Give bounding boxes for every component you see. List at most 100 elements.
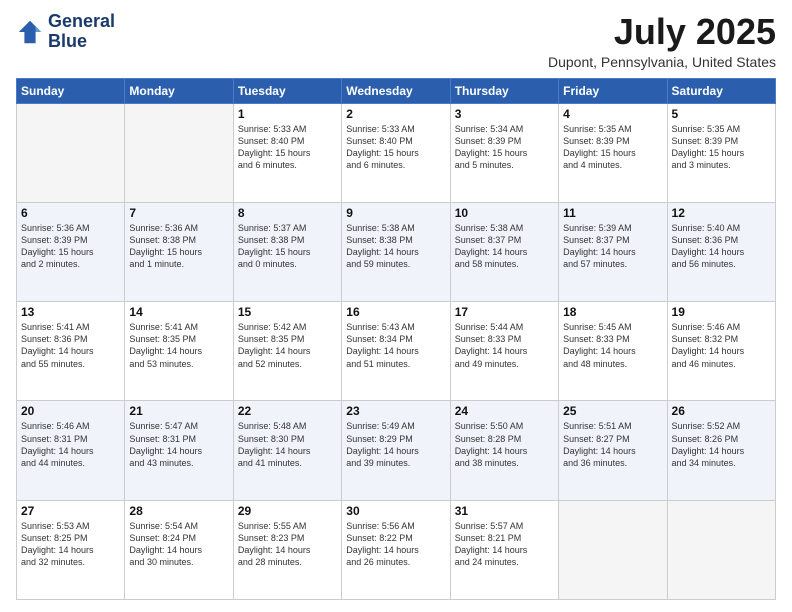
calendar-table: SundayMondayTuesdayWednesdayThursdayFrid…	[16, 78, 776, 600]
calendar-week-3: 13 Sunrise: 5:41 AM Sunset: 8:36 PM Dayli…	[17, 302, 776, 401]
calendar-cell: 13 Sunrise: 5:41 AM Sunset: 8:36 PM Dayli…	[17, 302, 125, 401]
logo-line1: General	[48, 12, 115, 32]
day-number: 6	[21, 206, 120, 220]
weekday-header-friday: Friday	[559, 78, 667, 103]
day-info: Sunrise: 5:54 AM Sunset: 8:24 PM Dayligh…	[129, 520, 228, 569]
calendar-cell: 11 Sunrise: 5:39 AM Sunset: 8:37 PM Dayli…	[559, 202, 667, 301]
day-number: 9	[346, 206, 445, 220]
day-number: 7	[129, 206, 228, 220]
day-number: 15	[238, 305, 337, 319]
day-info: Sunrise: 5:35 AM Sunset: 8:39 PM Dayligh…	[672, 123, 771, 172]
logo-line2: Blue	[48, 32, 115, 52]
day-info: Sunrise: 5:36 AM Sunset: 8:39 PM Dayligh…	[21, 222, 120, 271]
day-number: 30	[346, 504, 445, 518]
calendar-cell: 23Sunrise: 5:49 AM Sunset: 8:29 PM Dayli…	[342, 401, 450, 500]
weekday-header-wednesday: Wednesday	[342, 78, 450, 103]
calendar-cell: 24 Sunrise: 5:50 AM Sunset: 8:28 PM Dayli…	[450, 401, 558, 500]
day-info: Sunrise: 5:33 AM Sunset: 8:40 PM Dayligh…	[346, 123, 445, 172]
day-number: 10	[455, 206, 554, 220]
day-info: Sunrise: 5:44 AM Sunset: 8:33 PM Dayligh…	[455, 321, 554, 370]
day-info: Sunrise: 5:39 AM Sunset: 8:37 PM Dayligh…	[563, 222, 662, 271]
logo-text: General Blue	[48, 12, 115, 52]
day-number: 12	[672, 206, 771, 220]
day-info: Sunrise: 5:46 AM Sunset: 8:32 PM Dayligh…	[672, 321, 771, 370]
day-info: Sunrise: 5:43 AM Sunset: 8:34 PM Dayligh…	[346, 321, 445, 370]
calendar-cell	[559, 500, 667, 599]
day-number: 21	[129, 404, 228, 418]
day-info: Sunrise: 5:45 AM Sunset: 8:33 PM Dayligh…	[563, 321, 662, 370]
day-info: Sunrise: 5:36 AM Sunset: 8:38 PM Dayligh…	[129, 222, 228, 271]
day-number: 26	[672, 404, 771, 418]
subtitle: Dupont, Pennsylvania, United States	[548, 54, 776, 70]
main-title: July 2025	[548, 12, 776, 52]
day-info: Sunrise: 5:37 AM Sunset: 8:38 PM Dayligh…	[238, 222, 337, 271]
day-number: 3	[455, 107, 554, 121]
day-number: 13	[21, 305, 120, 319]
calendar-body: 1 Sunrise: 5:33 AM Sunset: 8:40 PM Daylig…	[17, 103, 776, 599]
day-number: 18	[563, 305, 662, 319]
day-info: Sunrise: 5:34 AM Sunset: 8:39 PM Dayligh…	[455, 123, 554, 172]
day-info: Sunrise: 5:57 AM Sunset: 8:21 PM Dayligh…	[455, 520, 554, 569]
calendar-cell	[17, 103, 125, 202]
day-info: Sunrise: 5:47 AM Sunset: 8:31 PM Dayligh…	[129, 420, 228, 469]
day-info: Sunrise: 5:41 AM Sunset: 8:36 PM Dayligh…	[21, 321, 120, 370]
calendar-cell: 8 Sunrise: 5:37 AM Sunset: 8:38 PM Daylig…	[233, 202, 341, 301]
day-number: 17	[455, 305, 554, 319]
day-info: Sunrise: 5:49 AM Sunset: 8:29 PM Dayligh…	[346, 420, 445, 469]
calendar-cell: 30 Sunrise: 5:56 AM Sunset: 8:22 PM Dayli…	[342, 500, 450, 599]
day-number: 16	[346, 305, 445, 319]
logo: General Blue	[16, 12, 115, 52]
calendar-cell: 17 Sunrise: 5:44 AM Sunset: 8:33 PM Dayli…	[450, 302, 558, 401]
day-info: Sunrise: 5:42 AM Sunset: 8:35 PM Dayligh…	[238, 321, 337, 370]
day-number: 2	[346, 107, 445, 121]
day-number: 27	[21, 504, 120, 518]
day-info: Sunrise: 5:55 AM Sunset: 8:23 PM Dayligh…	[238, 520, 337, 569]
calendar-week-1: 1 Sunrise: 5:33 AM Sunset: 8:40 PM Daylig…	[17, 103, 776, 202]
calendar-cell: 29 Sunrise: 5:55 AM Sunset: 8:23 PM Dayli…	[233, 500, 341, 599]
logo-icon	[16, 18, 44, 46]
day-info: Sunrise: 5:52 AM Sunset: 8:26 PM Dayligh…	[672, 420, 771, 469]
title-block: July 2025 Dupont, Pennsylvania, United S…	[548, 12, 776, 70]
calendar-cell: 9Sunrise: 5:38 AM Sunset: 8:38 PM Daylig…	[342, 202, 450, 301]
day-info: Sunrise: 5:50 AM Sunset: 8:28 PM Dayligh…	[455, 420, 554, 469]
weekday-header-sunday: Sunday	[17, 78, 125, 103]
calendar-week-4: 20 Sunrise: 5:46 AM Sunset: 8:31 PM Dayli…	[17, 401, 776, 500]
day-info: Sunrise: 5:40 AM Sunset: 8:36 PM Dayligh…	[672, 222, 771, 271]
day-info: Sunrise: 5:46 AM Sunset: 8:31 PM Dayligh…	[21, 420, 120, 469]
calendar-cell: 14Sunrise: 5:41 AM Sunset: 8:35 PM Dayli…	[125, 302, 233, 401]
calendar-cell: 3 Sunrise: 5:34 AM Sunset: 8:39 PM Daylig…	[450, 103, 558, 202]
calendar-cell: 16 Sunrise: 5:43 AM Sunset: 8:34 PM Dayli…	[342, 302, 450, 401]
calendar-cell: 5 Sunrise: 5:35 AM Sunset: 8:39 PM Daylig…	[667, 103, 775, 202]
calendar-cell: 19 Sunrise: 5:46 AM Sunset: 8:32 PM Dayli…	[667, 302, 775, 401]
weekday-header-tuesday: Tuesday	[233, 78, 341, 103]
day-number: 1	[238, 107, 337, 121]
day-number: 24	[455, 404, 554, 418]
calendar-cell: 6 Sunrise: 5:36 AM Sunset: 8:39 PM Daylig…	[17, 202, 125, 301]
calendar-cell: 27Sunrise: 5:53 AM Sunset: 8:25 PM Dayli…	[17, 500, 125, 599]
calendar-cell: 1Sunrise: 5:33 AM Sunset: 8:40 PM Daylig…	[233, 103, 341, 202]
day-number: 29	[238, 504, 337, 518]
day-info: Sunrise: 5:56 AM Sunset: 8:22 PM Dayligh…	[346, 520, 445, 569]
calendar-cell: 2 Sunrise: 5:33 AM Sunset: 8:40 PM Daylig…	[342, 103, 450, 202]
day-number: 25	[563, 404, 662, 418]
weekday-header-saturday: Saturday	[667, 78, 775, 103]
calendar-week-2: 6 Sunrise: 5:36 AM Sunset: 8:39 PM Daylig…	[17, 202, 776, 301]
day-info: Sunrise: 5:35 AM Sunset: 8:39 PM Dayligh…	[563, 123, 662, 172]
weekday-header-monday: Monday	[125, 78, 233, 103]
calendar-cell: 22Sunrise: 5:48 AM Sunset: 8:30 PM Dayli…	[233, 401, 341, 500]
calendar-cell: 21 Sunrise: 5:47 AM Sunset: 8:31 PM Dayli…	[125, 401, 233, 500]
day-number: 5	[672, 107, 771, 121]
weekday-header-row: SundayMondayTuesdayWednesdayThursdayFrid…	[17, 78, 776, 103]
day-number: 20	[21, 404, 120, 418]
day-number: 4	[563, 107, 662, 121]
day-info: Sunrise: 5:41 AM Sunset: 8:35 PM Dayligh…	[129, 321, 228, 370]
calendar-cell: 4 Sunrise: 5:35 AM Sunset: 8:39 PM Daylig…	[559, 103, 667, 202]
calendar-cell: 7 Sunrise: 5:36 AM Sunset: 8:38 PM Daylig…	[125, 202, 233, 301]
day-number: 8	[238, 206, 337, 220]
calendar-cell	[125, 103, 233, 202]
page: General Blue July 2025 Dupont, Pennsylva…	[0, 0, 792, 612]
day-number: 11	[563, 206, 662, 220]
day-number: 19	[672, 305, 771, 319]
calendar-cell: 20 Sunrise: 5:46 AM Sunset: 8:31 PM Dayli…	[17, 401, 125, 500]
calendar-cell: 15 Sunrise: 5:42 AM Sunset: 8:35 PM Dayli…	[233, 302, 341, 401]
